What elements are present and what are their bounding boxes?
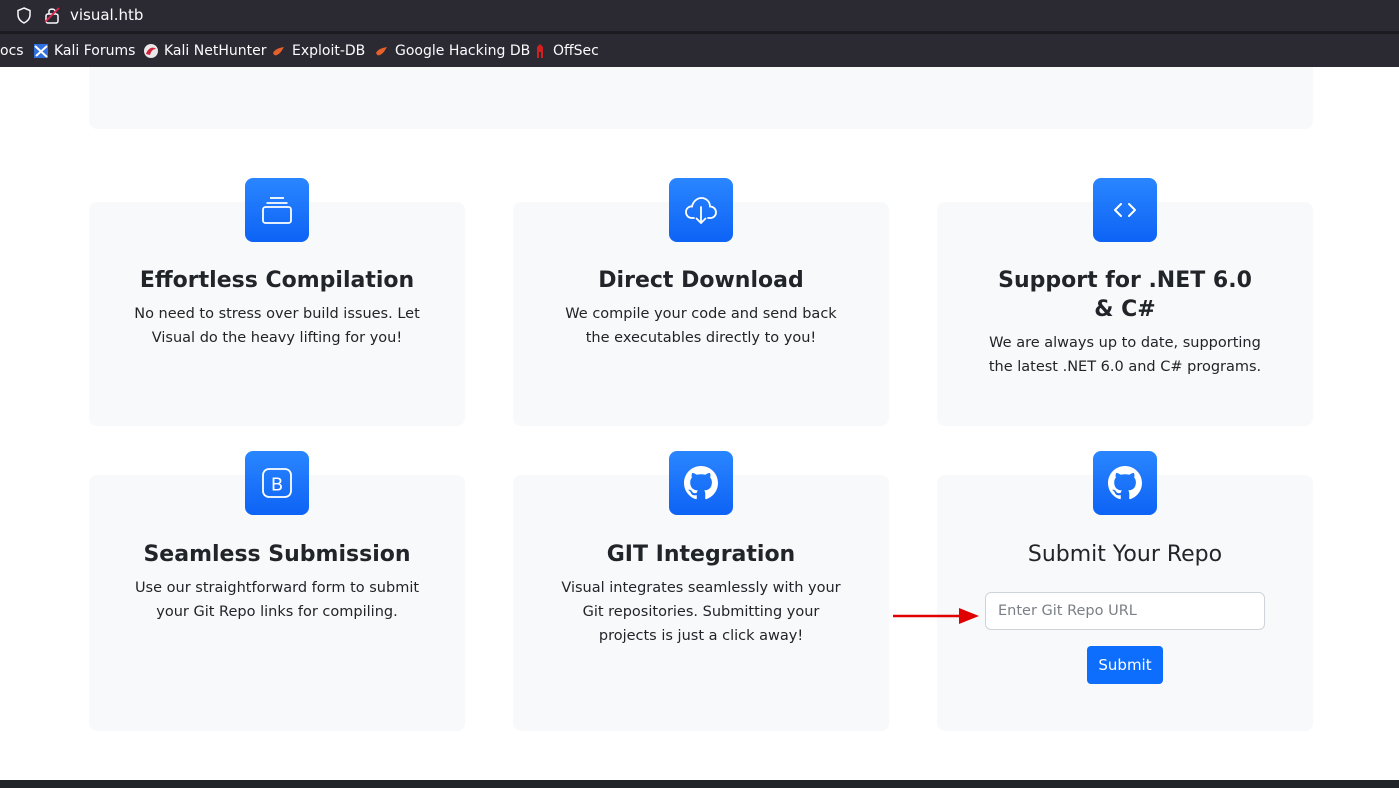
- feature-icon-box: [1093, 451, 1157, 515]
- bookmark-label: Exploit-DB: [292, 43, 366, 59]
- submit-button[interactable]: Submit: [1087, 646, 1163, 684]
- feature-title: Direct Download: [598, 268, 804, 293]
- feature-card-download: Direct Download We compile your code and…: [513, 178, 889, 426]
- window-stack-icon: [262, 197, 292, 224]
- feature-icon-box: [669, 178, 733, 242]
- bookmark-offsec[interactable]: OffSec: [532, 42, 599, 60]
- annotation-arrow: [893, 608, 979, 624]
- feature-icon-box: [669, 451, 733, 515]
- svg-text:B: B: [271, 475, 283, 496]
- exploit-db-icon: [273, 47, 284, 56]
- feature-text: Use our straightforward form to submit y…: [134, 580, 420, 620]
- bookmarks-bar: ocs Kali Forums Kali NetHunter Exploit-D…: [0, 33, 1399, 67]
- git-repo-url-input[interactable]: [985, 592, 1265, 630]
- bookmark-google-hacking-db[interactable]: Google Hacking DB: [374, 42, 530, 60]
- ghdb-icon: [376, 47, 387, 56]
- feature-title: Effortless Compilation: [139, 268, 415, 293]
- page-content: Effortless Compilation No need to stress…: [0, 67, 1399, 788]
- url-bar-inner: visual.htb: [0, 0, 1399, 31]
- feature-text: Visual integrates seamlessly with your G…: [561, 580, 841, 644]
- cloud-download-icon: [685, 197, 717, 224]
- insecure-lock-icon[interactable]: [44, 6, 60, 24]
- feature-title: GIT Integration: [606, 542, 796, 567]
- feature-title: Support for .NET 6.0 & C#: [998, 268, 1252, 322]
- bookmark-docs[interactable]: ocs: [0, 42, 24, 60]
- shield-icon[interactable]: [16, 7, 32, 24]
- bootstrap-icon: B: [262, 468, 292, 498]
- bookmark-kali-forums[interactable]: Kali Forums: [33, 42, 135, 60]
- kali-forums-icon: [34, 44, 48, 58]
- feature-icon-box: B: [245, 451, 309, 515]
- feature-icon-box: [245, 178, 309, 242]
- bookmark-kali-nethunter[interactable]: Kali NetHunter: [143, 42, 266, 60]
- feature-card-dotnet: Support for .NET 6.0 & C# We are always …: [937, 178, 1313, 426]
- feature-card-submission: B Seamless Submission Use our straightfo…: [89, 451, 465, 731]
- bookmark-label: ocs: [0, 43, 24, 59]
- bookmark-label: OffSec: [553, 43, 599, 59]
- nethunter-icon: [144, 44, 158, 58]
- offsec-icon: [537, 44, 543, 58]
- github-icon: [684, 466, 718, 500]
- submit-repo-title: Submit Your Repo: [1027, 542, 1223, 567]
- url-text[interactable]: visual.htb: [70, 6, 143, 24]
- browser-url-bar: visual.htb: [0, 0, 1399, 33]
- bookmark-exploit-db[interactable]: Exploit-DB: [271, 42, 365, 60]
- feature-title: Seamless Submission: [143, 542, 411, 567]
- footer-bar: [0, 780, 1399, 788]
- bookmark-label: Kali NetHunter: [164, 43, 267, 59]
- feature-card-git: GIT Integration Visual integrates seamle…: [513, 451, 889, 731]
- bookmark-label: Google Hacking DB: [395, 43, 531, 59]
- bookmark-label: Kali Forums: [54, 43, 136, 59]
- feature-text: We are always up to date, supporting the…: [988, 335, 1262, 375]
- feature-card-compilation: Effortless Compilation No need to stress…: [89, 178, 465, 426]
- feature-icon-box: [1093, 178, 1157, 242]
- feature-text: We compile your code and send back the e…: [565, 306, 837, 346]
- top-section-card: [89, 67, 1313, 129]
- github-icon: [1108, 466, 1142, 500]
- code-brackets-icon: [1114, 203, 1136, 217]
- submit-repo-card: Submit Your Repo Submit: [937, 451, 1313, 731]
- feature-text: No need to stress over build issues. Let…: [134, 306, 420, 346]
